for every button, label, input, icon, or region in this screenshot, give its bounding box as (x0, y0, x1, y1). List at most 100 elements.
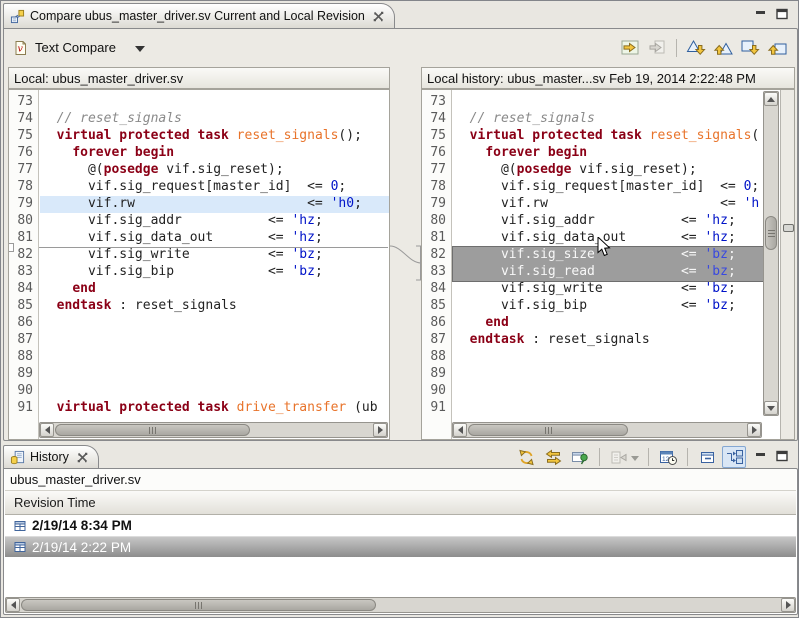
sv-file-icon: v (13, 40, 28, 56)
code-line-89[interactable] (40, 366, 390, 383)
previous-difference-button[interactable] (711, 37, 735, 59)
code-line-79[interactable]: vif.rw <= 'h0; (40, 196, 390, 213)
code-token: forever begin (72, 145, 174, 160)
code-token: reset_signals (650, 128, 752, 143)
scroll-left-arrow[interactable] (453, 423, 467, 437)
code-line-85[interactable]: vif.sig_bip <= 'bz; (453, 298, 763, 315)
code-line-88[interactable] (40, 349, 390, 366)
code-line-75[interactable]: virtual protected task reset_signals(); (40, 128, 390, 145)
code-line-86[interactable] (40, 315, 390, 332)
revision-row[interactable]: 2/19/14 2:22 PM (5, 536, 796, 557)
copy-all-right-to-left-button[interactable] (618, 37, 642, 59)
code-line-85[interactable]: endtask : reset_signals (40, 298, 390, 315)
right-vertical-scrollbar[interactable] (763, 91, 779, 416)
line-number: 76 (9, 145, 38, 162)
next-change-button[interactable] (738, 37, 762, 59)
scroll-thumb[interactable] (21, 599, 376, 611)
code-line-80[interactable]: vif.sig_addr <= 'hz; (40, 213, 390, 230)
code-line-90[interactable] (453, 383, 763, 400)
scroll-thumb[interactable] (765, 216, 777, 250)
code-line-86[interactable]: end (453, 315, 763, 332)
right-horizontal-scrollbar[interactable] (452, 422, 762, 438)
code-line-91[interactable] (453, 400, 763, 417)
code-line-76[interactable]: forever begin (40, 145, 390, 162)
left-code-pane[interactable]: 73747576777879808182838485868788899091 /… (8, 89, 390, 440)
chevron-down-icon[interactable] (631, 456, 639, 461)
history-horizontal-scrollbar[interactable] (5, 597, 796, 613)
close-icon[interactable] (77, 452, 88, 463)
left-code-area[interactable]: // reset_signals virtual protected task … (40, 90, 390, 439)
close-icon[interactable] (373, 11, 384, 22)
code-token: ; (315, 264, 323, 279)
minimize-icon[interactable] (755, 8, 767, 20)
code-token: 'bz (704, 298, 727, 313)
code-line-77[interactable]: @(posedge vif.sig_reset); (453, 162, 763, 179)
code-token: 'hz (291, 213, 314, 228)
code-line-82[interactable]: vif.sig_write <= 'bz; (40, 247, 390, 264)
tab-compare-editor[interactable]: Compare ubus_master_driver.sv Current an… (3, 3, 395, 28)
code-line-74[interactable]: // reset_signals (453, 111, 763, 128)
scroll-right-arrow[interactable] (373, 423, 387, 437)
group-revisions-button[interactable] (722, 446, 746, 468)
tab-history[interactable]: History (3, 445, 99, 468)
line-number: 78 (422, 179, 451, 196)
previous-change-button[interactable] (765, 37, 789, 59)
code-line-87[interactable] (40, 332, 390, 349)
code-line-75[interactable]: virtual protected task reset_signals( (453, 128, 763, 145)
diff-overview-marker[interactable] (783, 224, 794, 232)
scroll-left-arrow[interactable] (40, 423, 54, 437)
code-line-83[interactable]: vif.sig_read <= 'bz; (453, 264, 763, 281)
code-line-76[interactable]: forever begin (453, 145, 763, 162)
code-line-90[interactable] (40, 383, 390, 400)
overview-ruler[interactable] (780, 90, 795, 439)
scroll-thumb[interactable] (55, 424, 250, 436)
code-line-89[interactable] (453, 366, 763, 383)
code-token: vif.sig_reset); (571, 162, 696, 177)
next-difference-button[interactable] (684, 37, 708, 59)
scroll-down-arrow[interactable] (764, 401, 778, 415)
scroll-thumb[interactable] (468, 424, 628, 436)
chevron-down-icon[interactable] (135, 46, 145, 52)
compare-mode-selector[interactable]: v Text Compare (8, 40, 145, 56)
revision-time-column-header[interactable]: Revision Time (5, 491, 796, 515)
right-code-area[interactable]: // reset_signals virtual protected task … (453, 90, 763, 439)
collapse-all-button[interactable] (695, 446, 719, 468)
revision-icon (14, 520, 26, 532)
code-line-73[interactable] (453, 94, 763, 111)
code-line-83[interactable]: vif.sig_bip <= 'bz; (40, 264, 390, 281)
code-line-79[interactable]: vif.rw <= 'h (453, 196, 763, 213)
maximize-icon[interactable] (776, 450, 788, 462)
code-line-80[interactable]: vif.sig_addr <= 'hz; (453, 213, 763, 230)
revision-row[interactable]: 2/19/14 8:34 PM (5, 515, 796, 536)
link-with-editor-button[interactable] (541, 446, 565, 468)
code-line-74[interactable]: // reset_signals (40, 111, 390, 128)
pin-editor-button[interactable] (568, 446, 592, 468)
refresh-button[interactable] (514, 446, 538, 468)
code-line-78[interactable]: vif.sig_request[master_id] <= 0; (453, 179, 763, 196)
copy-current-right-to-left-button[interactable] (645, 37, 669, 59)
scroll-up-arrow[interactable] (764, 92, 778, 106)
scroll-left-arrow[interactable] (6, 598, 20, 612)
minimize-icon[interactable] (755, 450, 767, 462)
code-line-73[interactable] (40, 94, 390, 111)
code-line-87[interactable]: endtask : reset_signals (453, 332, 763, 349)
code-line-78[interactable]: vif.sig_request[master_id] <= 0; (40, 179, 390, 196)
scroll-right-arrow[interactable] (781, 598, 795, 612)
code-token: 'h0 (331, 196, 354, 211)
code-line-91[interactable]: virtual protected task drive_transfer (u… (40, 400, 390, 417)
compare-mode-button[interactable] (607, 446, 641, 468)
left-horizontal-scrollbar[interactable] (39, 422, 388, 438)
maximize-icon[interactable] (776, 8, 788, 20)
line-number: 87 (422, 332, 451, 349)
date-time-format-button[interactable]: 12 (656, 446, 680, 468)
code-line-88[interactable] (453, 349, 763, 366)
code-token: forever begin (485, 145, 587, 160)
code-line-84[interactable]: end (40, 281, 390, 298)
right-code-pane[interactable]: 73747576777879808182838485868788899091 /… (421, 89, 795, 440)
scroll-right-arrow[interactable] (747, 423, 761, 437)
code-line-77[interactable]: @(posedge vif.sig_reset); (40, 162, 390, 179)
eclipse-window: Compare ubus_master_driver.sv Current an… (0, 0, 799, 618)
code-line-81[interactable]: vif.sig_data_out <= 'hz; (40, 230, 390, 247)
code-line-84[interactable]: vif.sig_write <= 'bz; (453, 281, 763, 298)
code-token: (); (338, 128, 361, 143)
